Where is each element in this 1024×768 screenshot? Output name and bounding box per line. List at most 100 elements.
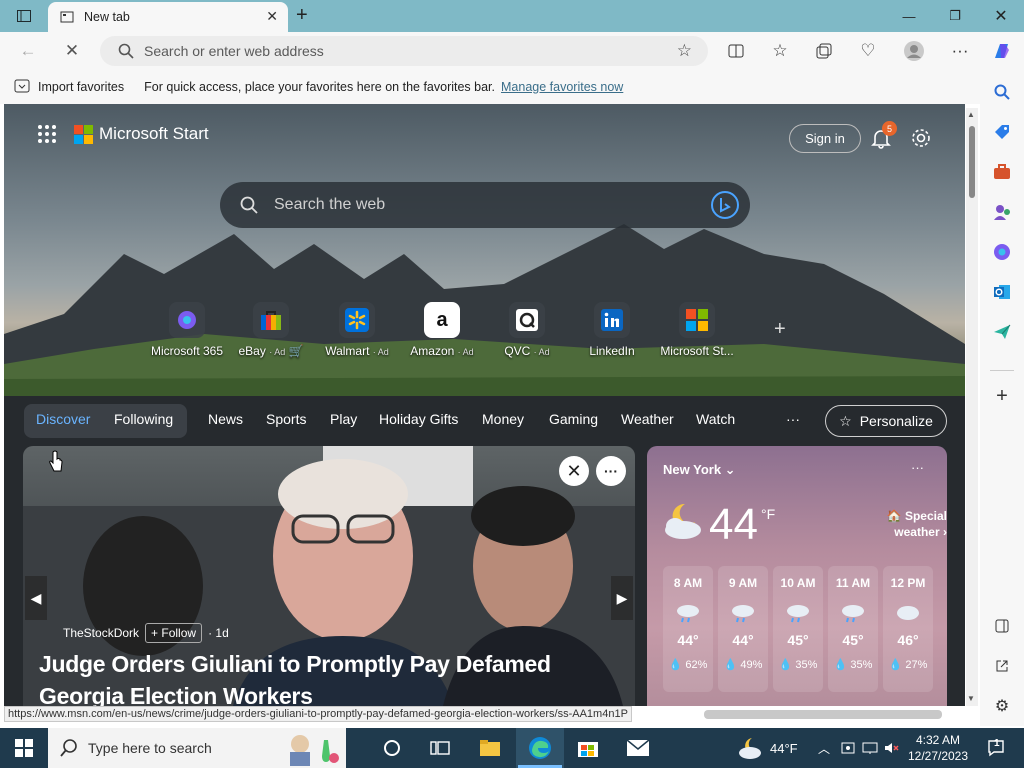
new-tab-button[interactable]: +	[296, 5, 316, 25]
manage-favorites-link[interactable]: Manage favorites now	[501, 80, 623, 94]
quick-link-qvc[interactable]: QVC · Ad	[482, 302, 572, 362]
sidebar-search-icon[interactable]	[992, 82, 1012, 102]
sidebar-add-icon[interactable]: +	[992, 385, 1012, 407]
follow-button[interactable]: + Follow	[145, 623, 203, 643]
microsoft-store-taskbar-icon[interactable]	[576, 736, 600, 760]
article-headline[interactable]: Judge Orders Giuliani to Promptly Pay De…	[39, 648, 619, 706]
app-launcher-icon[interactable]	[38, 125, 56, 143]
favorites-icon[interactable]: ☆	[768, 40, 792, 62]
task-view-icon[interactable]	[428, 736, 452, 760]
edge-browser-icon[interactable]	[528, 736, 552, 760]
taskbar-clock[interactable]: 4:32 AM 12/27/2023	[902, 728, 974, 768]
back-button[interactable]: ←	[16, 40, 40, 62]
tab-news[interactable]: News	[208, 411, 243, 427]
forecast-temp: 44°	[677, 632, 699, 648]
quick-link-linkedin[interactable]: LinkedIn	[567, 302, 657, 362]
file-explorer-icon[interactable]	[478, 736, 502, 760]
source-name[interactable]: TheStockDork	[63, 626, 139, 640]
gear-icon[interactable]	[910, 127, 932, 149]
sidebar-microsoft-365-icon[interactable]	[992, 242, 1012, 262]
precip-chance: 💧 35%	[833, 659, 873, 671]
special-weather-alert[interactable]: 🏠 Special weather ›	[857, 508, 947, 540]
sign-in-button[interactable]: Sign in	[789, 124, 861, 153]
network-icon[interactable]	[858, 736, 882, 760]
horizontal-scrollbar[interactable]	[704, 710, 942, 719]
taskbar-search-box[interactable]: Type here to search	[48, 728, 346, 768]
tab-weather[interactable]: Weather	[621, 411, 674, 427]
stop-loading-button[interactable]: ✕	[60, 40, 84, 62]
address-bar[interactable]: Search or enter web address ☆	[100, 36, 708, 66]
tab-money[interactable]: Money	[482, 411, 524, 427]
tab-holiday-gifts[interactable]: Holiday Gifts	[379, 411, 458, 427]
taskbar-weather[interactable]: 44°F	[738, 728, 798, 768]
split-screen-icon[interactable]	[724, 40, 748, 62]
sidebar-tools-icon[interactable]	[992, 162, 1012, 182]
search-icon	[118, 43, 134, 59]
sidebar-hide-icon[interactable]	[992, 616, 1012, 636]
more-tabs-button[interactable]: ···	[786, 411, 800, 427]
favorites-bar-hint: For quick access, place your favorites h…	[144, 80, 496, 94]
sidebar-external-link-icon[interactable]	[992, 656, 1012, 676]
browser-window: New tab ✕ + — ❐ ✕ ← ✕ Search or enter we…	[0, 0, 1024, 768]
bing-chat-icon[interactable]	[710, 190, 740, 220]
sidebar-outlook-icon[interactable]	[992, 282, 1012, 302]
add-quick-link-icon[interactable]: +	[774, 318, 786, 341]
quick-link-ebay[interactable]: eBay · Ad 🛒	[226, 302, 316, 362]
mail-icon[interactable]	[626, 736, 650, 760]
tab-actions-icon[interactable]	[12, 0, 36, 32]
personalize-button[interactable]: ☆ Personalize	[825, 405, 947, 437]
close-window-button[interactable]: ✕	[978, 0, 1024, 32]
scroll-down-arrow-icon[interactable]: ▼	[967, 694, 975, 703]
favorite-star-icon[interactable]: ☆	[677, 41, 692, 61]
taskbar-app-tray-icon[interactable]	[836, 736, 860, 760]
tab-play[interactable]: Play	[330, 411, 357, 427]
quick-link-microsoft-store[interactable]: Microsoft St...	[652, 302, 742, 362]
previous-slide-button[interactable]: ◀	[25, 576, 47, 620]
web-search-box[interactable]: Search the web	[220, 182, 750, 228]
import-favorites-button[interactable]: Import favorites	[38, 80, 124, 94]
copilot-icon[interactable]	[990, 40, 1014, 62]
quick-link-microsoft-365[interactable]: Microsoft 365	[142, 302, 232, 362]
dismiss-card-button[interactable]: ✕	[559, 456, 589, 486]
settings-more-icon[interactable]: ···	[948, 40, 972, 62]
weather-location[interactable]: New York ⌄	[663, 462, 736, 478]
search-icon	[240, 196, 258, 214]
temperature-unit[interactable]: °F	[761, 506, 775, 522]
quick-link-amazon[interactable]: a Amazon · Ad	[397, 302, 487, 362]
cortana-icon[interactable]	[380, 736, 404, 760]
show-hidden-icons-chevron-icon[interactable]: ︿	[812, 736, 836, 760]
next-slide-button[interactable]: ▶	[611, 576, 633, 620]
hero-news-card[interactable]: ✕ ··· ◀ ▶ TheStockDork + Follow · 1d Jud…	[23, 446, 635, 706]
weather-card[interactable]: New York ⌄ ··· 44 °F 🏠 Special weather ›…	[647, 446, 947, 706]
card-more-options-button[interactable]: ···	[596, 456, 626, 486]
tab-watch[interactable]: Watch	[696, 411, 735, 427]
tab-new-tab[interactable]: New tab ✕	[48, 2, 288, 32]
forecast-time: 12 PM	[890, 576, 926, 590]
tab-discover[interactable]: Discover	[36, 411, 90, 427]
windows-start-icon[interactable]	[12, 736, 36, 760]
rain-cloud-icon	[677, 605, 699, 623]
search-highlight-illustration-icon	[290, 735, 339, 766]
tab-following[interactable]: Following	[114, 411, 173, 427]
restore-button[interactable]: ❐	[932, 0, 978, 32]
scroll-up-arrow-icon[interactable]: ▲	[967, 110, 975, 119]
scrollbar-thumb[interactable]	[969, 126, 975, 198]
sidebar-drop-icon[interactable]	[992, 322, 1012, 342]
tab-sports[interactable]: Sports	[266, 411, 306, 427]
close-tab-icon[interactable]: ✕	[266, 8, 278, 25]
profile-avatar[interactable]	[902, 40, 926, 62]
vertical-scrollbar[interactable]: ▲ ▼	[966, 108, 978, 706]
volume-muted-icon[interactable]	[880, 736, 904, 760]
sidebar-settings-gear-icon[interactable]: ⚙	[992, 696, 1012, 716]
collections-icon[interactable]	[812, 40, 836, 62]
brand-title[interactable]: Microsoft Start	[99, 124, 209, 144]
sidebar-games-icon[interactable]	[992, 202, 1012, 222]
quick-link-walmart[interactable]: Walmart · Ad	[312, 302, 402, 362]
browser-essentials-icon[interactable]: ♡	[856, 40, 880, 62]
sidebar-shopping-icon[interactable]	[992, 122, 1012, 142]
minimize-button[interactable]: —	[886, 0, 932, 32]
tab-gaming[interactable]: Gaming	[549, 411, 598, 427]
weather-more-options-icon[interactable]: ···	[911, 460, 924, 475]
new-tab-favicon-icon	[60, 11, 74, 23]
microsoft-logo-icon	[74, 124, 93, 144]
